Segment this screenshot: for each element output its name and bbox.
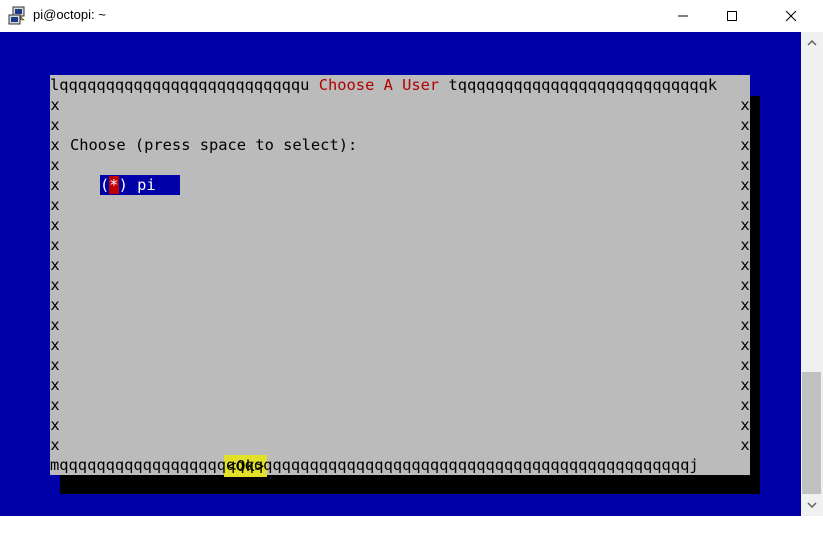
dialog-side-row: xx (50, 436, 750, 454)
window-title: pi@octopi: ~ (33, 7, 106, 22)
dialog-side-row: xx (50, 396, 750, 414)
dialog-side-row: xx (50, 236, 750, 254)
dialog-side-row: xx (50, 316, 750, 334)
dialog-side-row: xx (50, 356, 750, 374)
cancel-button[interactable]: <Cancel> (480, 475, 554, 495)
maximize-button[interactable] (709, 0, 755, 32)
buttons-row: x <Ok> <Cancel> x (50, 416, 750, 494)
dialog-side-row: xx (50, 256, 750, 274)
prompt-row: x Choose (press space to select): x (50, 96, 750, 154)
scroll-thumb[interactable] (802, 372, 821, 494)
choose-user-dialog: lqqqqqqqqqqqqqqqqqqqqqqqqqqu Choose A Us… (50, 75, 750, 494)
dialog-side-row: xx (50, 296, 750, 314)
dialog-side-row: xx (50, 216, 750, 234)
dialog-side-row: xx (50, 156, 750, 174)
dialog-side-row: xx (50, 276, 750, 294)
scroll-down-button[interactable] (801, 494, 823, 516)
maximize-icon (727, 11, 737, 21)
option-row: x (*) pi x (50, 136, 750, 195)
chevron-up-icon (807, 40, 817, 46)
dialog-bottom-border: mqqqqqqqqqqqqqqqqqqqqqqqqqqqqqqqqqqqqqqq… (50, 456, 699, 474)
dialog-side-row: xx (50, 376, 750, 394)
minimize-icon (678, 15, 688, 17)
dialog-top-border: lqqqqqqqqqqqqqqqqqqqqqqqqqqu Choose A Us… (50, 76, 718, 94)
minimize-button[interactable] (660, 0, 706, 32)
title-bar: pi@octopi: ~ (0, 0, 823, 32)
close-icon (785, 10, 797, 22)
scroll-up-button[interactable] (801, 32, 823, 54)
close-button[interactable] (768, 0, 814, 32)
chevron-down-icon (807, 502, 817, 508)
dialog-side-row: xx (50, 336, 750, 354)
dialog-side-row: xx (50, 196, 750, 214)
dialog-title: Choose A User (318, 76, 440, 94)
vertical-scrollbar[interactable] (801, 32, 823, 516)
putty-icon (8, 6, 25, 25)
dialog-side-row: xx (50, 176, 750, 194)
dialog-side-row: xx (50, 116, 750, 134)
